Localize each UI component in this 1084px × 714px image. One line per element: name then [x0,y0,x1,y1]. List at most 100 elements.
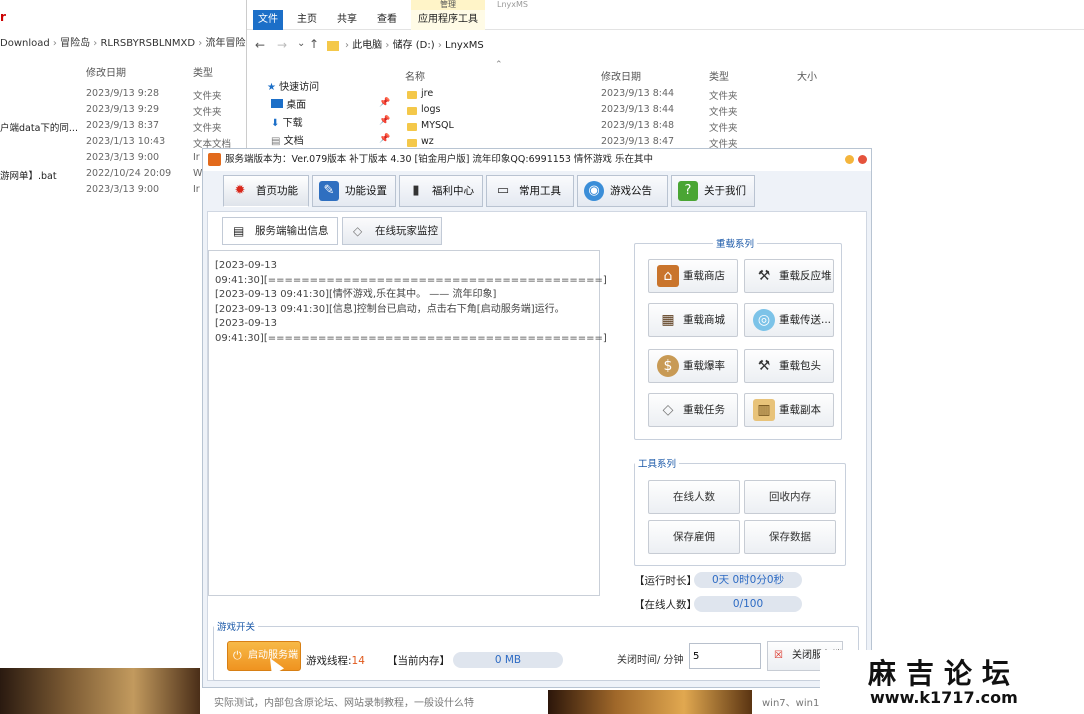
crumb[interactable]: Download [0,38,50,49]
nav-documents[interactable]: ▤ 文档 [271,132,304,147]
reload-droprate-button[interactable]: $ 重载爆率 [648,349,738,383]
notebook-icon: ▤ [233,224,245,238]
help-icon: ? [678,181,698,201]
globe-icon: ◉ [584,181,604,201]
close-box-icon: ☒ [774,650,783,661]
nav-downloads[interactable]: ⬇ 下载 [271,114,303,129]
home-panel: ▤ 服务端输出信息 ◇ 在线玩家监控 [2023-09-13 09:41:30][==… [207,211,867,681]
tools-group-title: 工具系列 [638,459,677,470]
crumb[interactable]: 冒险岛 [60,38,90,49]
desktop-icon [271,99,283,108]
document-icon: ▤ [271,136,281,147]
file-row[interactable]: 户端data下的同... 2023/9/13 8:37 文件夹 [0,120,250,136]
pin-icon[interactable]: 📌 [379,116,390,126]
crumb[interactable]: 储存 (D:) [393,40,435,51]
pin-icon[interactable]: 📌 [379,98,390,108]
folder-icon [407,107,417,115]
tab-view[interactable]: 查看 [371,10,403,30]
reload-teleport-button[interactable]: ◎ 重载传送... [744,303,834,337]
app-icon [208,153,221,166]
portal-icon: ◎ [753,309,775,331]
up-arrow-icon[interactable]: ↑ [309,37,319,51]
runtime-value: 0天 0时0分0秒 [694,572,802,588]
folder-icon [327,41,339,51]
watermark-url: www.k1717.com [870,688,1018,707]
threads-value: 14 [351,655,365,667]
tab-home-functions[interactable]: ✹ 首页功能 [223,175,309,207]
address-bar-left[interactable]: Download › 冒险岛 › RLRSBYRSBLNMXD › 流年冒险 [0,34,250,52]
close-icon[interactable] [858,155,867,164]
crumb[interactable]: RLRSBYRSBLNMXD [100,38,195,49]
main-body: ✹ 首页功能 ✎ 功能设置 ▮ 福利中心 ▭ 常用工具 ◉ 游戏公告 ? 关于我们 ▤ 服务端… [203,171,871,687]
banner-image-left [0,668,200,714]
tab-home[interactable]: 主页 [291,10,323,30]
tab-common-tools[interactable]: ▭ 常用工具 [486,175,574,207]
file-row[interactable]: 2023/9/13 9:28 文件夹 [0,88,250,104]
pin-icon[interactable]: 📌 [379,134,390,144]
forward-arrow-icon[interactable]: → [277,38,287,52]
save-data-button[interactable]: 保存数据 [744,520,836,554]
folder-icon [407,123,417,131]
log-line: [2023-09-13 09:41:30][情怀游戏,乐在其中。 —— 流年印象… [215,289,497,300]
scroll-icon: ▥ [753,399,775,421]
money-bag-icon: $ [657,355,679,377]
column-type[interactable]: 类型 [709,68,729,83]
memory-value: 0 MB [453,652,563,668]
save-hired-button[interactable]: 保存雇佣 [648,520,740,554]
reload-packet-button[interactable]: ⚒ 重载包头 [744,349,834,383]
navigation-bar: ← → ⌄ ↑ › 此电脑 › 储存 (D:) › LnyxMS [247,32,1084,60]
column-date[interactable]: 修改日期 [601,68,641,83]
shop-icon: ⌂ [657,265,679,287]
download-icon: ⬇ [271,118,280,129]
crumb[interactable]: LnyxMS [445,40,484,51]
reload-shop-button[interactable]: ⌂ 重载商店 [648,259,738,293]
file-row[interactable]: 2023/9/13 9:29 文件夹 [0,104,250,120]
online-label: 【在线人数】 [634,599,697,611]
crumb[interactable]: 此电脑 [352,40,382,51]
tab-function-settings[interactable]: ✎ 功能设置 [312,175,396,207]
log-line: [2023-09-13 09:41:30][信息]控制台已启动，点击右下角[启动… [215,303,565,315]
game-switch-group: 游戏开关 [213,619,859,681]
file-row[interactable]: logs 2023/9/13 8:44 文件夹 [407,104,877,120]
tab-app-tools[interactable]: 应用程序工具 [411,10,485,30]
file-explorer-window: 管理 LnyxMS 文件 主页 共享 查看 应用程序工具 ← → ⌄ ↑ › 此… [246,0,1084,160]
bottom-text-2: win7、win10 [762,698,826,709]
server-log-output[interactable]: [2023-09-13 09:41:30][===================… [208,250,607,596]
tab-about-us[interactable]: ? 关于我们 [671,175,755,207]
tab-game-announcement[interactable]: ◉ 游戏公告 [577,175,668,207]
tab-share[interactable]: 共享 [331,10,363,30]
tab-online-players[interactable]: ◇ 在线玩家监控 [342,217,442,245]
log-line: 09:41:30][==============================… [215,332,607,344]
shutdown-label: 关闭时间/ 分钟 [617,655,684,666]
column-size[interactable]: 大小 [797,68,817,83]
column-type[interactable]: 类型 [193,64,213,79]
manage-tab[interactable]: 管理 [411,0,485,10]
tab-file[interactable]: 文件 [253,10,283,30]
tab-welfare-center[interactable]: ▮ 福利中心 [399,175,483,207]
column-name[interactable]: 名称 [405,68,425,83]
watermark-title: 麻吉论坛 [868,657,1021,690]
quick-access[interactable]: ★ 快速访问 [267,78,319,93]
online-value: 0/100 [694,596,802,612]
nav-desktop[interactable]: 桌面 [271,96,306,111]
reload-quest-button[interactable]: ◇ 重载任务 [648,393,738,427]
start-server-button[interactable]: ⏻ 启动服务端 [227,641,301,671]
reload-dungeon-button[interactable]: ▥ 重载副本 [744,393,834,427]
runtime-label: 【运行时长】 [634,575,697,587]
column-date[interactable]: 修改日期 [86,64,126,79]
history-chevron-icon[interactable]: ⌄ [297,38,305,49]
file-row[interactable]: MYSQL 2023/9/13 8:48 文件夹 [407,120,877,136]
sort-chevron-icon: ⌃ [495,60,503,70]
minimize-icon[interactable] [845,155,854,164]
online-count-button[interactable]: 在线人数 [648,480,740,514]
file-row[interactable]: jre 2023/9/13 8:44 文件夹 [407,88,877,104]
back-arrow-icon[interactable]: ← [255,38,265,52]
tab-server-output[interactable]: ▤ 服务端输出信息 [222,217,338,245]
reclaim-memory-button[interactable]: 回收内存 [744,480,836,514]
reload-mall-button[interactable]: ▦ 重载商城 [648,303,738,337]
crumb[interactable]: 流年冒险 [205,38,245,49]
reload-reactor-button[interactable]: ⚒ 重载反应堆 [744,259,834,293]
address-bar[interactable]: › 此电脑 › 储存 (D:) › LnyxMS [327,36,1067,56]
tools-icon: ✎ [319,181,339,201]
shutdown-minutes-input[interactable] [689,643,761,669]
